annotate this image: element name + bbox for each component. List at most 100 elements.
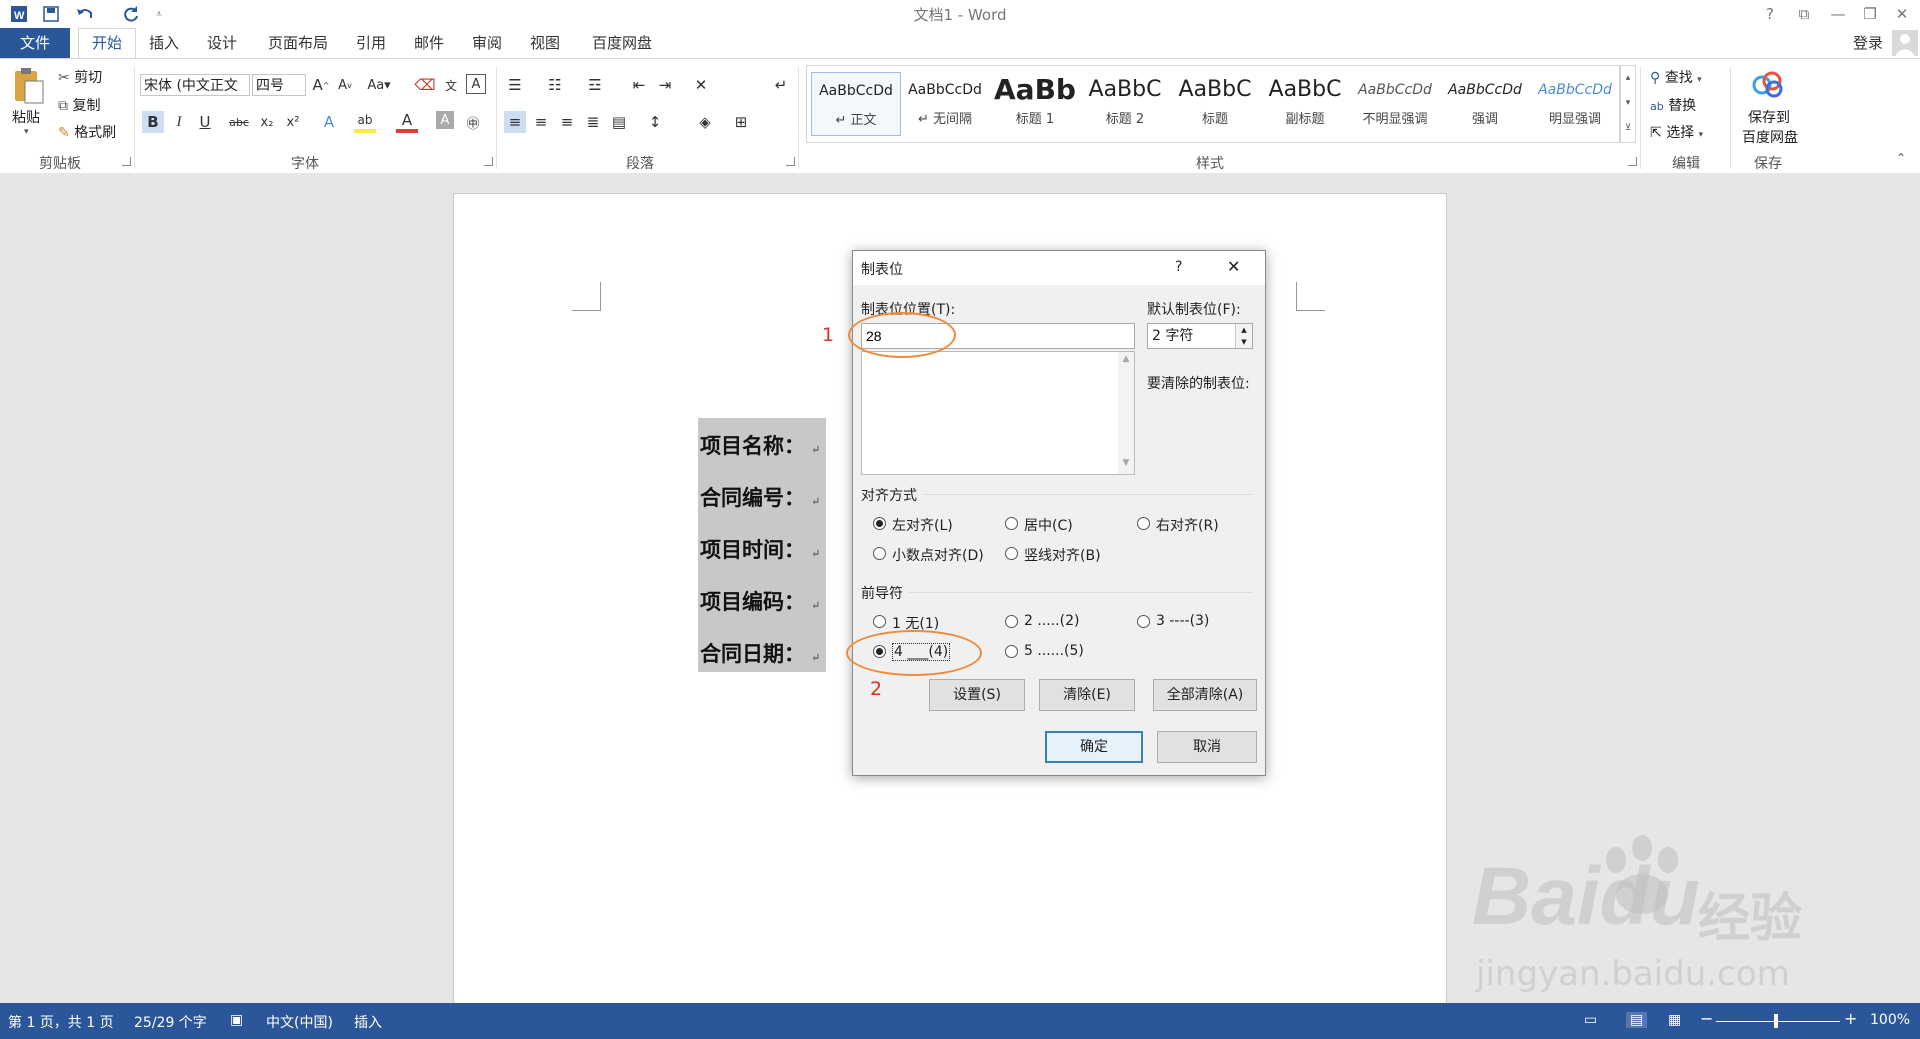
style-heading-2[interactable]: AaBbC 标题 2 bbox=[1081, 72, 1169, 134]
highlight-icon[interactable]: ab bbox=[354, 111, 376, 133]
ribbon-display-options-icon[interactable]: ⧉ bbox=[1790, 3, 1818, 25]
font-size-combo[interactable]: 四号 bbox=[252, 74, 306, 96]
paste-button[interactable]: 粘贴 bbox=[12, 107, 40, 127]
find-button[interactable]: ⚲ 查找 ▾ bbox=[1650, 67, 1702, 87]
increase-indent-icon[interactable]: ⇥ bbox=[654, 74, 676, 96]
copy-button[interactable]: ⧉ 复制 bbox=[58, 95, 100, 115]
style-no-spacing[interactable]: AaBbCcDd ↵ 无间隔 bbox=[901, 72, 989, 134]
enclose-characters-icon[interactable]: ㊥ bbox=[462, 111, 484, 133]
tab-baidu-netdisk[interactable]: 百度网盘 bbox=[580, 28, 664, 58]
doc-line-contract-no[interactable]: 合同编号： ↵ bbox=[700, 482, 820, 512]
grow-font-icon[interactable]: A ^ bbox=[310, 74, 332, 96]
doc-line-contract-date[interactable]: 合同日期： ↵ bbox=[700, 638, 820, 668]
tab-design[interactable]: 设计 bbox=[198, 28, 246, 58]
tab-file[interactable]: 文件 bbox=[0, 28, 70, 58]
replace-button[interactable]: ab 替换 bbox=[1650, 95, 1696, 115]
align-center-icon[interactable]: ≡ bbox=[530, 111, 552, 133]
page-count[interactable]: 第 1 页，共 1 页 bbox=[8, 1012, 114, 1032]
save-to-baidu-button[interactable]: 保存到 百度网盘 bbox=[1742, 107, 1798, 147]
zoom-slider[interactable] bbox=[1716, 1021, 1840, 1022]
multilevel-list-icon[interactable]: ☲ bbox=[584, 74, 606, 96]
default-tab-spinner[interactable]: 2 字符 ▲ ▼ bbox=[1147, 323, 1253, 349]
tab-review[interactable]: 审阅 bbox=[464, 28, 510, 58]
tab-positions-list[interactable]: ▲ ▼ bbox=[861, 351, 1135, 475]
paste-icon[interactable] bbox=[10, 67, 46, 107]
style-subtitle[interactable]: AaBbC 副标题 bbox=[1261, 72, 1349, 134]
strikethrough-icon[interactable]: abc bbox=[228, 111, 250, 133]
login-link[interactable]: 登录 bbox=[1846, 28, 1890, 58]
dialog-help-icon[interactable]: ? bbox=[1175, 259, 1182, 275]
tab-view[interactable]: 视图 bbox=[522, 28, 568, 58]
distributed-icon[interactable]: ▤ bbox=[608, 111, 630, 133]
text-effects-icon[interactable]: A bbox=[318, 111, 340, 133]
bold-icon[interactable]: B bbox=[142, 111, 164, 133]
clipboard-launcher-icon[interactable] bbox=[122, 157, 131, 166]
list-scrollbar[interactable]: ▲ ▼ bbox=[1118, 352, 1134, 474]
borders-icon[interactable]: ⊞ bbox=[730, 111, 752, 133]
close-button[interactable]: ✕ bbox=[1888, 3, 1916, 25]
decrease-indent-icon[interactable]: ⇤ bbox=[628, 74, 650, 96]
spinner-arrows-icon[interactable]: ▲ ▼ bbox=[1235, 324, 1252, 348]
phonetic-guide-icon[interactable]: 文 bbox=[440, 74, 462, 96]
web-layout-icon[interactable]: ▦ bbox=[1668, 1012, 1681, 1028]
chinese-layout-icon[interactable]: ✕ bbox=[690, 74, 712, 96]
font-launcher-icon[interactable] bbox=[484, 157, 493, 166]
restore-button[interactable]: ❐ bbox=[1856, 3, 1884, 25]
ok-button[interactable]: 确定 bbox=[1045, 731, 1143, 763]
select-button[interactable]: ⇱ 选择 ▾ bbox=[1650, 122, 1703, 142]
scroll-down-icon[interactable]: ▼ bbox=[1118, 458, 1134, 468]
tab-insert[interactable]: 插入 bbox=[140, 28, 188, 58]
clear-all-button[interactable]: 全部清除(A) bbox=[1153, 679, 1257, 711]
tab-layout[interactable]: 页面布局 bbox=[258, 28, 338, 58]
paste-dropdown-icon[interactable]: ▾ bbox=[24, 127, 29, 137]
tab-mailings[interactable]: 邮件 bbox=[406, 28, 452, 58]
font-name-combo[interactable]: 宋体 (中文正文 bbox=[140, 74, 250, 96]
line-spacing-icon[interactable]: ↕ bbox=[644, 111, 666, 133]
align-left-icon[interactable]: ≡ bbox=[504, 111, 526, 133]
character-shading-icon[interactable]: A bbox=[436, 111, 454, 129]
doc-line-project-name[interactable]: 项目名称： ↵ bbox=[700, 430, 820, 460]
zoom-level[interactable]: 100% bbox=[1870, 1012, 1910, 1028]
style-intense-emphasis[interactable]: AaBbCcDd 明显强调 bbox=[1531, 72, 1619, 134]
collapse-ribbon-icon[interactable]: ⌃ bbox=[1896, 151, 1906, 165]
format-painter-button[interactable]: ✎ 格式刷 bbox=[58, 122, 116, 142]
tab-references[interactable]: 引用 bbox=[348, 28, 394, 58]
clear-formatting-icon[interactable]: ⌫ bbox=[414, 74, 436, 96]
font-color-icon[interactable]: A bbox=[396, 111, 418, 133]
italic-icon[interactable]: I bbox=[168, 111, 190, 133]
justify-icon[interactable]: ≣ bbox=[582, 111, 604, 133]
language-status[interactable]: 中文(中国) bbox=[266, 1012, 333, 1032]
superscript-icon[interactable]: x² bbox=[282, 111, 304, 133]
avatar[interactable] bbox=[1892, 30, 1918, 56]
dialog-close-icon[interactable]: ✕ bbox=[1227, 257, 1240, 276]
word-count[interactable]: 25/29 个字 bbox=[134, 1012, 207, 1032]
insert-mode[interactable]: 插入 bbox=[354, 1012, 382, 1032]
change-case-icon[interactable]: Aa▾ bbox=[367, 74, 390, 96]
tab-home[interactable]: 开始 bbox=[78, 28, 136, 59]
shrink-font-icon[interactable]: Av bbox=[334, 74, 356, 96]
scroll-up-icon[interactable]: ▲ bbox=[1118, 354, 1134, 364]
styles-launcher-icon[interactable] bbox=[1628, 157, 1637, 166]
clear-button[interactable]: 清除(E) bbox=[1039, 679, 1135, 711]
baidu-cloud-icon[interactable] bbox=[1750, 69, 1786, 99]
minimize-button[interactable]: — bbox=[1824, 3, 1852, 25]
style-title[interactable]: AaBbC 标题 bbox=[1171, 72, 1259, 134]
style-heading-1[interactable]: AaBb 标题 1 bbox=[991, 72, 1079, 134]
set-button[interactable]: 设置(S) bbox=[929, 679, 1025, 711]
doc-line-project-code[interactable]: 项目编码： ↵ bbox=[700, 586, 820, 616]
zoom-out-button[interactable]: − bbox=[1700, 1009, 1713, 1028]
underline-icon[interactable]: U bbox=[194, 111, 216, 133]
character-border-icon[interactable]: A bbox=[466, 74, 486, 94]
zoom-in-button[interactable]: + bbox=[1844, 1009, 1857, 1028]
style-subtle-emphasis[interactable]: AaBbCcDd 不明显强调 bbox=[1351, 72, 1439, 134]
shading-icon[interactable]: ◈ bbox=[694, 111, 716, 133]
styles-scroll-icon[interactable]: ▴ ▾ ⊻ bbox=[1620, 65, 1636, 143]
style-normal[interactable]: AaBbCcDd ↵ 正文 bbox=[811, 72, 901, 136]
style-emphasis[interactable]: AaBbCcDd 强调 bbox=[1441, 72, 1529, 134]
print-layout-icon[interactable]: ▤ bbox=[1626, 1012, 1648, 1028]
read-mode-icon[interactable]: ▭ bbox=[1584, 1012, 1597, 1028]
paragraph-launcher-icon[interactable] bbox=[786, 157, 795, 166]
cancel-button[interactable]: 取消 bbox=[1157, 731, 1257, 763]
zoom-slider-thumb[interactable] bbox=[1774, 1014, 1778, 1028]
align-right-icon[interactable]: ≡ bbox=[556, 111, 578, 133]
